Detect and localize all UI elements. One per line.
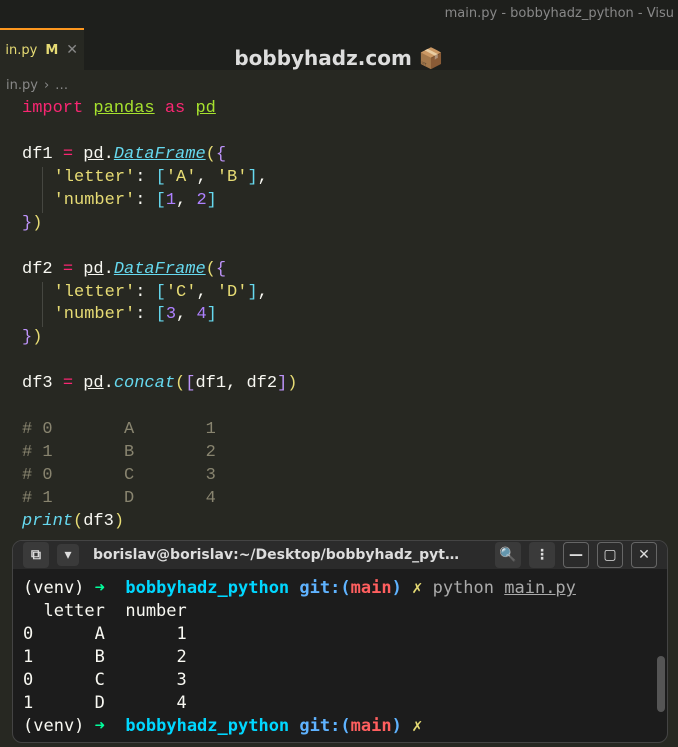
terminal-header: ⧉ ▾ borislav@borislav:~/Desktop/bobbyhad… — [13, 541, 667, 569]
terminal-scrollbar[interactable] — [657, 656, 665, 712]
maximize-icon: ▢ — [603, 547, 616, 563]
terminal-menu-button[interactable]: ⋮ — [529, 542, 555, 568]
terminal-newtab-button[interactable]: ▾ — [57, 544, 79, 566]
terminal-panel: ⧉ ▾ borislav@borislav:~/Desktop/bobbyhad… — [12, 540, 668, 743]
terminal-search-button[interactable]: 🔍 — [495, 542, 521, 568]
terminal-profile-button[interactable]: ⧉ — [23, 542, 49, 568]
search-icon: 🔍 — [499, 547, 516, 563]
menu-icon: ⋮ — [535, 547, 549, 563]
cube-icon: 📦 — [419, 46, 444, 70]
terminal-maximize-button[interactable]: ▢ — [597, 542, 623, 568]
terminal-body[interactable]: (venv) ➜ bobbyhadz_python git:(main) ✗ p… — [13, 569, 667, 742]
chevron-down-icon: ▾ — [64, 547, 71, 563]
profile-icon: ⧉ — [31, 547, 41, 563]
watermark-overlay: bobbyhadz.com 📦 — [0, 46, 678, 70]
window-title-bar: main.py - bobbyhadz_python - Visu — [0, 0, 678, 28]
chevron-right-icon: › — [44, 78, 49, 93]
minimize-icon: — — [569, 547, 583, 563]
watermark-text: bobbyhadz.com — [234, 46, 411, 70]
window-title: main.py - bobbyhadz_python - Visu — [445, 6, 674, 21]
close-icon: ✕ — [638, 547, 650, 563]
breadcrumb[interactable]: in.py › … — [0, 74, 678, 96]
breadcrumb-more[interactable]: … — [55, 78, 68, 93]
terminal-title: borislav@borislav:~/Desktop/bobbyhadz_py… — [87, 547, 487, 563]
terminal-close-button[interactable]: ✕ — [631, 542, 657, 568]
terminal-minimize-button[interactable]: — — [563, 542, 589, 568]
breadcrumb-file[interactable]: in.py — [6, 78, 38, 93]
code-editor[interactable]: import pandas as pd df1 = pd.DataFrame({… — [0, 96, 678, 534]
